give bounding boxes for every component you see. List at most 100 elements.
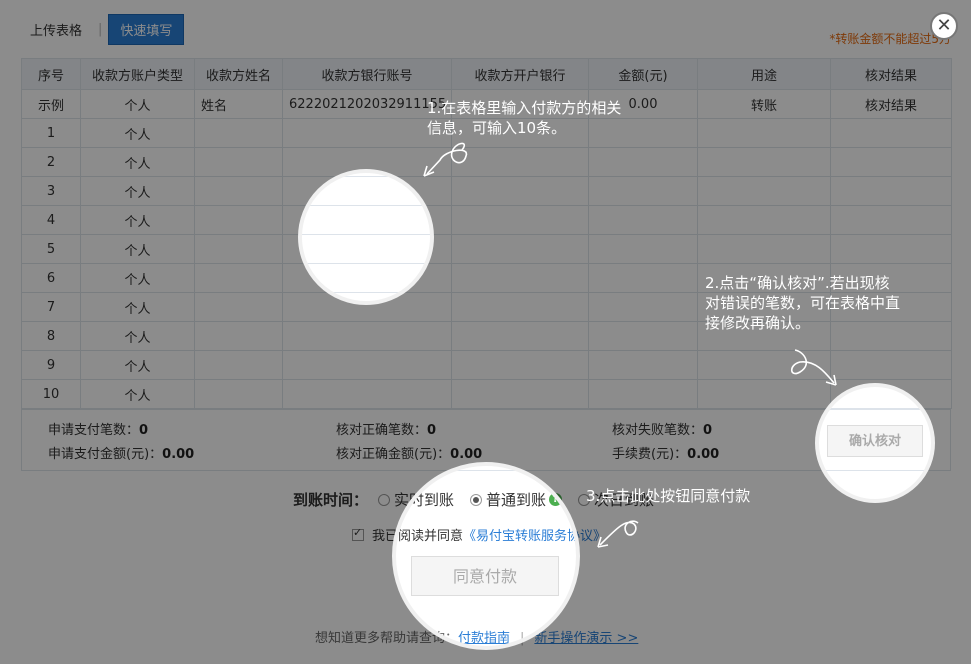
table-row: 10 个人 [21,379,952,409]
row-bank-cell[interactable] [451,205,589,235]
tutorial-step3: 3.点击此处按钮同意付款 [586,487,751,505]
fee-label: 手续费(元)： [612,447,688,462]
fee: 手续费(元)：0.00 [612,443,719,462]
row-account-number-cell[interactable] [282,321,452,351]
row-check-result-cell[interactable] [830,379,952,409]
row-check-result-cell[interactable] [830,176,952,206]
row-amount-cell[interactable] [588,379,698,409]
row-name-cell[interactable] [194,118,283,148]
row-amount-cell[interactable] [588,234,698,264]
tab-upload[interactable]: 上传表格 [20,20,92,39]
row-name-cell[interactable] [194,263,283,293]
fail-count-value: 0 [703,423,713,438]
correct-amount-value: 0.00 [450,447,483,462]
row-purpose-cell[interactable] [697,147,831,177]
col-header-name: 收款方姓名 [194,58,283,90]
row-index: 1 [21,118,81,148]
row-account-type: 个人 [80,263,195,293]
row-name-cell[interactable] [194,234,283,264]
correct-count-value: 0 [427,423,437,438]
row-amount-cell[interactable] [588,147,698,177]
row-purpose-cell[interactable] [697,118,831,148]
row-index: 2 [21,147,81,177]
close-icon[interactable]: ✕ [930,12,958,40]
arrival-time-label: 到账时间： [293,491,369,509]
row-account-number-cell[interactable] [282,205,452,235]
row-account-type: 个人 [80,205,195,235]
col-header-index: 序号 [21,58,81,90]
agree-text: 我已阅读并同意 [372,529,464,544]
help-footer: 想知道更多帮助请查询：付款指南 | 新手操作演示 >> [315,627,638,646]
tab-quick-fill[interactable]: 快速填写 [108,13,185,45]
row-bank-cell[interactable] [451,292,589,322]
row-name-cell[interactable] [194,292,283,322]
table-row: 5 个人 [21,234,952,264]
help-icon[interactable]: ? [549,493,563,506]
row-bank-cell[interactable] [451,379,589,409]
radio-normal[interactable] [470,493,483,506]
row-name-cell[interactable] [194,176,283,206]
tutorial-step1-line1: 1.在表格里输入付款方的相关 [427,99,622,117]
correct-amount-label: 核对正确金额(元)： [336,447,451,462]
row-account-type: 个人 [80,234,195,264]
row-purpose-cell[interactable] [697,379,831,409]
row-index: 8 [21,321,81,351]
beginner-demo-link[interactable]: 新手操作演示 >> [534,631,638,646]
row-bank-cell[interactable] [451,234,589,264]
row-check-result-cell[interactable] [830,205,952,235]
row-index: 5 [21,234,81,264]
row-check-result-cell[interactable] [830,118,952,148]
agreement-link[interactable]: 《易付宝转账服务协议》 [463,525,606,544]
row-account-number-cell[interactable] [282,176,452,206]
row-purpose-cell[interactable] [697,176,831,206]
row-bank-cell[interactable] [451,263,589,293]
apply-amount-value: 0.00 [162,447,195,462]
confirm-check-button[interactable]: 确认核对 [827,425,923,457]
correct-count: 核对正确笔数：0 [336,419,436,438]
row-purpose-cell[interactable] [697,205,831,235]
row-name-cell[interactable] [194,379,283,409]
row-account-number-cell[interactable] [282,292,452,322]
row-account-type: 个人 [80,118,195,148]
row-amount-cell[interactable] [588,205,698,235]
example-check-result: 核对结果 [830,89,952,119]
tutorial-step2-line3: 接修改再确认。 [705,314,811,332]
row-account-number-cell[interactable] [282,263,452,293]
row-name-cell[interactable] [194,321,283,351]
agree-pay-button[interactable]: 同意付款 [411,556,559,596]
table-row: 9 个人 [21,350,952,380]
arrival-option-normal[interactable]: 普通到账 ? [470,489,563,510]
row-check-result-cell[interactable] [830,147,952,177]
row-purpose-cell[interactable] [697,234,831,264]
radio-realtime[interactable] [378,493,391,506]
row-check-result-cell[interactable] [830,234,952,264]
row-bank-cell[interactable] [451,147,589,177]
row-name-cell[interactable] [194,350,283,380]
row-check-result-cell[interactable] [830,350,952,380]
row-account-number-cell[interactable] [282,147,452,177]
row-name-cell[interactable] [194,147,283,177]
row-account-type: 个人 [80,350,195,380]
example-purpose: 转账 [697,89,831,119]
row-name-cell[interactable] [194,205,283,235]
row-amount-cell[interactable] [588,263,698,293]
row-purpose-cell[interactable] [697,350,831,380]
fee-value: 0.00 [687,447,720,462]
row-bank-cell[interactable] [451,321,589,351]
row-amount-cell[interactable] [588,321,698,351]
row-account-number-cell[interactable] [282,350,452,380]
row-bank-cell[interactable] [451,350,589,380]
row-bank-cell[interactable] [451,176,589,206]
payment-guide-link[interactable]: 付款指南 [458,631,510,646]
row-amount-cell[interactable] [588,350,698,380]
row-amount-cell[interactable] [588,292,698,322]
fail-count: 核对失败笔数：0 [612,419,712,438]
row-index: 10 [21,379,81,409]
row-amount-cell[interactable] [588,176,698,206]
arrival-option-realtime[interactable]: 实时到账 [378,489,454,510]
agree-checkbox[interactable] [352,526,364,541]
row-account-number-cell[interactable] [282,234,452,264]
tab-divider: | [98,21,103,37]
tutorial-step1-line2: 信息，可输入10条。 [427,119,567,137]
row-account-number-cell[interactable] [282,379,452,409]
